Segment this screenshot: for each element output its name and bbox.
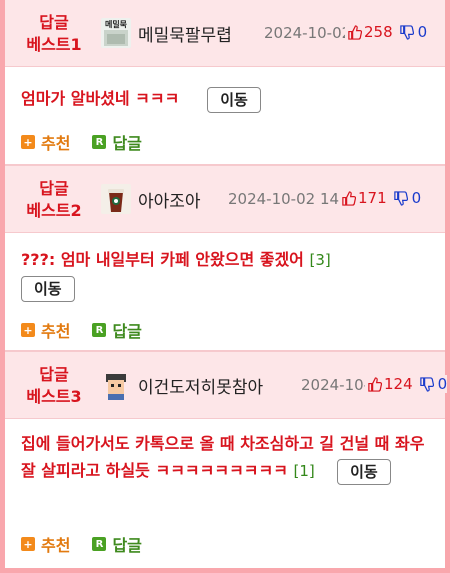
recommend-label: 추천 xyxy=(41,322,71,341)
thumb-down-icon[interactable] xyxy=(393,190,408,206)
best-badge: 답글 베스트1 xyxy=(5,0,103,67)
best-label-line2: 베스트2 xyxy=(26,200,82,220)
vote-box: 258 0 xyxy=(345,23,428,41)
comment-item: 답글 베스트2 아아조아 2024-10-02 14:42:28 171 0 ?… xyxy=(5,166,445,352)
down-count: 0 xyxy=(437,375,448,393)
plus-icon: + xyxy=(21,537,35,551)
vote-box: 124 0 xyxy=(365,375,448,393)
best-badge: 답글 베스트2 xyxy=(5,166,103,233)
best-comments-panel: 답글 베스트1 메밀묵 메밀묵팔무렵 2024-10-02 12:55:15 2… xyxy=(5,0,448,568)
comment-header: 답글 베스트1 메밀묵 메밀묵팔무렵 2024-10-02 12:55:15 2… xyxy=(5,0,445,67)
comment-item: 답글 베스트1 메밀묵 메밀묵팔무렵 2024-10-02 12:55:15 2… xyxy=(5,0,445,164)
reply-button[interactable]: R 답글 xyxy=(92,532,142,556)
comment-header: 답글 베스트2 아아조아 2024-10-02 14:42:28 171 0 xyxy=(5,166,445,233)
reply-icon: R xyxy=(92,323,107,337)
reply-label: 답글 xyxy=(112,134,142,153)
reply-icon: R xyxy=(92,537,107,551)
nickname[interactable]: 아아조아 xyxy=(138,187,201,212)
recommend-label: 추천 xyxy=(41,134,71,153)
move-button[interactable]: 이동 xyxy=(337,458,391,485)
reply-label: 답글 xyxy=(112,322,142,341)
up-count: 258 xyxy=(364,23,393,41)
comment-text: ???: 엄마 내일부터 카페 안왔으면 좋겠어 xyxy=(21,250,304,269)
down-count: 0 xyxy=(411,189,422,207)
avatar-text: 메밀묵 xyxy=(104,20,128,29)
recommend-label: 추천 xyxy=(41,536,71,555)
comment-header: 답글 베스트3 이건도저히못참아 2024-10-02 14:24 xyxy=(5,352,448,419)
reply-button[interactable]: R 답글 xyxy=(92,130,142,154)
best-label-line1: 답글 xyxy=(39,178,69,198)
best-badge: 답글 베스트3 xyxy=(5,352,103,419)
comment-body: 엄마가 알바셨네 ㅋㅋㅋ 이동 xyxy=(21,85,431,113)
thumb-up-icon[interactable] xyxy=(367,376,382,392)
avatar[interactable] xyxy=(101,184,131,214)
reply-count: [1] xyxy=(293,462,315,480)
reply-label: 답글 xyxy=(112,536,142,555)
reply-button[interactable]: R 답글 xyxy=(92,318,142,342)
comment-actions: + 추천 R 답글 xyxy=(21,532,164,556)
best-label-line1: 답글 xyxy=(39,12,69,32)
thumb-down-icon[interactable] xyxy=(399,24,414,40)
comment-body: ???: 엄마 내일부터 카페 안왔으면 좋겠어 [3] 이동 xyxy=(21,246,431,302)
reply-icon: R xyxy=(92,135,107,149)
up-count: 171 xyxy=(358,189,387,207)
recommend-button[interactable]: + 추천 xyxy=(21,130,70,154)
plus-icon: + xyxy=(21,135,35,149)
nickname[interactable]: 이건도저히못참아 xyxy=(138,373,263,398)
comment-actions: + 추천 R 답글 xyxy=(21,130,164,154)
avatar[interactable]: 메밀묵 xyxy=(101,18,131,48)
vote-box: 171 0 xyxy=(339,189,422,207)
avatar[interactable] xyxy=(101,370,131,400)
move-button[interactable]: 이동 xyxy=(21,275,75,302)
best-label-line1: 답글 xyxy=(39,364,69,384)
thumb-up-icon[interactable] xyxy=(347,24,362,40)
coffee-cup-icon xyxy=(101,184,131,214)
nickname[interactable]: 메밀묵팔무렵 xyxy=(138,21,232,46)
plus-icon: + xyxy=(21,323,35,337)
reply-count: [3] xyxy=(309,251,331,269)
best-label-line2: 베스트1 xyxy=(26,34,82,54)
comment-actions: + 추천 R 답글 xyxy=(21,318,164,342)
recommend-button[interactable]: + 추천 xyxy=(21,532,70,556)
thumb-up-icon[interactable] xyxy=(341,190,356,206)
recommend-button[interactable]: + 추천 xyxy=(21,318,70,342)
up-count: 124 xyxy=(384,375,413,393)
comment-text: 엄마가 알바셨네 ㅋㅋㅋ xyxy=(21,89,180,108)
down-count: 0 xyxy=(417,23,428,41)
thumb-down-icon[interactable] xyxy=(419,376,434,392)
move-button[interactable]: 이동 xyxy=(207,86,261,113)
best-label-line2: 베스트3 xyxy=(26,386,82,406)
comment-item: 답글 베스트3 이건도저히못참아 2024-10-02 14:24 xyxy=(5,352,448,568)
comment-body: 집에 들어가서도 카톡으로 올 때 차조심하고 길 건널 때 좌우 잘 살피라고… xyxy=(21,430,431,485)
pixel-avatar-icon xyxy=(101,370,131,400)
